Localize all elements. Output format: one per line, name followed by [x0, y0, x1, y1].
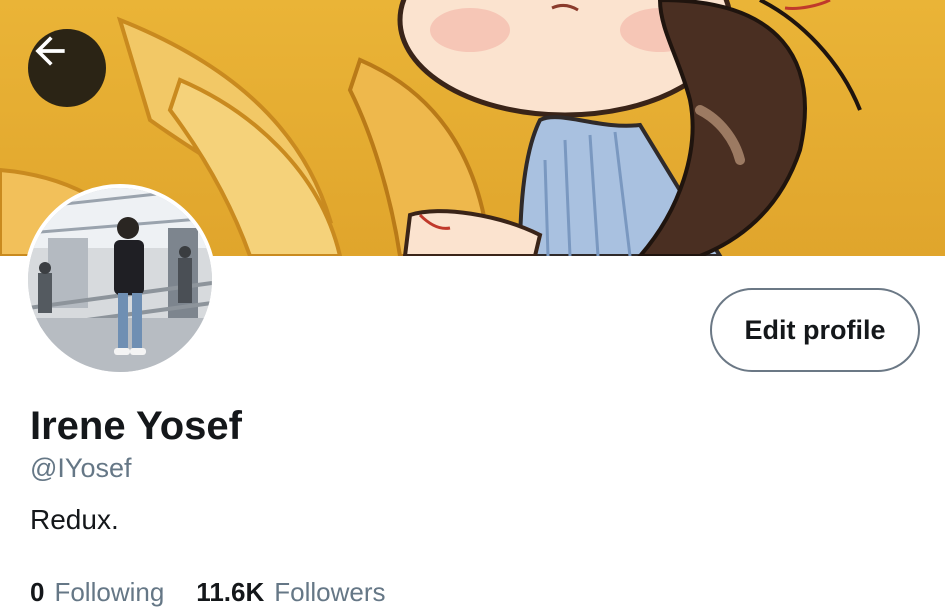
edit-profile-button[interactable]: Edit profile: [710, 288, 920, 372]
profile-avatar[interactable]: [24, 184, 216, 376]
avatar-photo: [28, 188, 212, 372]
user-handle: @IYosef: [30, 453, 132, 483]
following-label: Following: [54, 577, 165, 607]
following-link[interactable]: 0 Following: [30, 575, 164, 609]
profile-bio: Redux.: [30, 504, 119, 535]
followers-label: Followers: [274, 577, 386, 607]
back-button[interactable]: [28, 29, 106, 107]
following-count: 0: [30, 577, 45, 607]
follow-stats: 0 Following 11.6K Followers: [30, 575, 386, 609]
followers-link[interactable]: 11.6K Followers: [196, 575, 385, 609]
followers-count: 11.6K: [196, 577, 265, 607]
display-name: Irene Yosef: [30, 404, 242, 448]
arrow-left-icon: [35, 36, 65, 66]
